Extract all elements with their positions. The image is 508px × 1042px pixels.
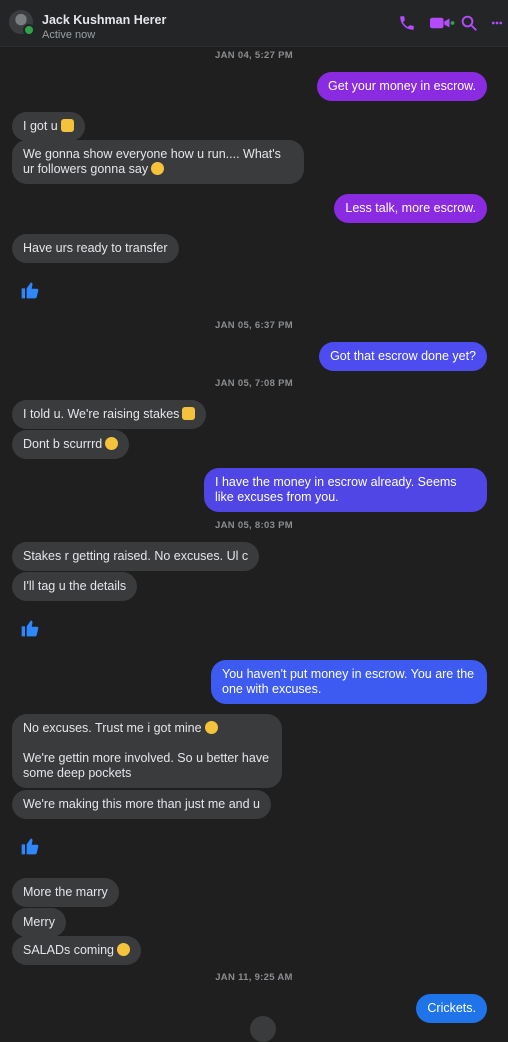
message-outgoing[interactable]: I have the money in escrow already. Seem… <box>204 468 487 512</box>
message-text: SALADs coming <box>23 943 115 957</box>
thumbs-up-like-icon[interactable] <box>20 280 40 300</box>
message-incoming[interactable]: I told u. We're raising stakes <box>12 400 207 429</box>
message-incoming[interactable]: Have urs ready to transfer <box>12 234 179 263</box>
message-text: You haven't put money in escrow. You are… <box>222 667 478 696</box>
message-text: Merry <box>23 915 55 929</box>
message-text: I got u <box>23 119 58 133</box>
message-outgoing[interactable]: Less talk, more escrow. <box>334 194 487 223</box>
message-incoming[interactable]: More the marry <box>12 878 119 907</box>
active-status: Active now <box>42 29 96 41</box>
message-text: Less talk, more escrow. <box>345 201 476 215</box>
message-text: Stakes r getting raised. No excuses. Ul … <box>23 549 249 563</box>
message-text: We're gettin more involved. So u better … <box>23 751 273 780</box>
message-outgoing[interactable]: Get your money in escrow. <box>317 72 487 101</box>
search-icon[interactable] <box>460 14 478 32</box>
message-incoming[interactable]: No excuses. Trust me i got mine We're get… <box>12 714 282 788</box>
message-outgoing[interactable]: You haven't put money in escrow. You are… <box>211 660 487 704</box>
thumbs-up-emoji-icon <box>60 119 74 132</box>
smirk-emoji-icon <box>117 943 131 956</box>
scroll-down-button[interactable] <box>250 1016 276 1042</box>
message-incoming[interactable]: We're making this more than just me and … <box>12 790 271 819</box>
message-text: I told u. We're raising stakes <box>23 407 180 421</box>
thumbs-up-like-icon[interactable] <box>20 836 40 856</box>
timestamp: JAN 04, 5:27 PM <box>215 50 293 61</box>
message-incoming[interactable]: Dont b scurrrd <box>12 430 130 459</box>
message-incoming[interactable]: SALADs coming <box>12 936 142 965</box>
message-text: No excuses. Trust me i got mine <box>23 721 202 735</box>
smirk-emoji-icon <box>105 437 119 450</box>
timestamp: JAN 11, 9:25 AM <box>215 972 293 983</box>
message-text: Get your money in escrow. <box>328 79 476 93</box>
more-icon[interactable] <box>490 14 504 32</box>
message-outgoing[interactable]: Got that escrow done yet? <box>319 342 487 371</box>
message-text: More the marry <box>23 885 108 899</box>
chat-header: Jack Kushman Herer Active now <box>0 0 508 47</box>
laughing-emoji-icon <box>204 721 218 734</box>
video-icon[interactable] <box>428 14 456 32</box>
message-incoming[interactable]: I got u <box>12 112 85 141</box>
contact-name[interactable]: Jack Kushman Herer <box>42 13 166 27</box>
message-incoming[interactable]: Stakes r getting raised. No excuses. Ul … <box>12 542 260 571</box>
contact-avatar[interactable] <box>9 10 35 36</box>
online-indicator <box>23 24 35 36</box>
message-incoming[interactable]: Merry <box>12 908 66 937</box>
thumbs-up-like-icon[interactable] <box>20 618 40 638</box>
phone-icon[interactable] <box>398 14 416 32</box>
timestamp: JAN 05, 8:03 PM <box>215 520 293 531</box>
message-text: Got that escrow done yet? <box>330 349 476 363</box>
message-outgoing[interactable]: Crickets. <box>416 994 487 1023</box>
message-text: I'll tag u the details <box>23 579 127 593</box>
message-text: We're making this more than just me and … <box>23 797 260 811</box>
timestamp: JAN 05, 6:37 PM <box>215 320 293 331</box>
message-incoming[interactable]: I'll tag u the details <box>12 572 138 601</box>
message-text: I have the money in escrow already. Seem… <box>215 475 461 504</box>
message-text: Have urs ready to transfer <box>23 241 168 255</box>
thumbs-up-emoji-icon <box>182 407 196 420</box>
message-incoming[interactable]: We gonna show everyone how u run.... Wha… <box>12 140 304 184</box>
grimace-emoji-icon <box>151 162 165 175</box>
message-text: Dont b scurrrd <box>23 437 103 451</box>
timestamp: JAN 05, 7:08 PM <box>215 378 293 389</box>
message-text: Crickets. <box>427 1001 476 1015</box>
